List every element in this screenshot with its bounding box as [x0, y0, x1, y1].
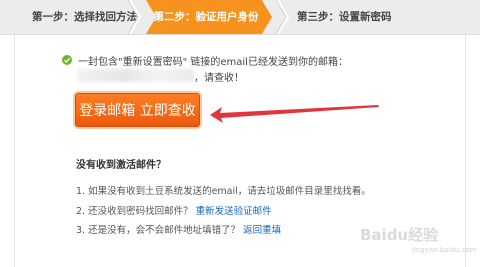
step-bar: 第一步：选择找回方法 第二步：验证用户身份 第三步：设置新密码	[0, 0, 480, 35]
watermark: Baidu经验	[360, 226, 439, 244]
help-item-1: 1. 如果没有收到土豆系统发送的email，请去垃圾邮件目录里找找看。	[76, 186, 371, 197]
email-sent-message: 一封包含"重新设置密码" 链接的email已经发送到你的邮箱：	[78, 57, 348, 68]
step-1-label: 第一步：选择找回方法	[32, 11, 137, 23]
login-mailbox-button[interactable]: 登录邮箱 立即查收	[75, 93, 200, 127]
help-title: 没有收到激活邮件？	[76, 160, 166, 171]
step-separator-icon	[276, 0, 290, 34]
back-refill-link[interactable]: 返回重填	[243, 225, 281, 236]
help-item-3-text: 3. 还是没有，会不会邮件地址填错了？	[76, 225, 241, 236]
resend-verification-link[interactable]: 重新发送验证邮件	[196, 206, 272, 217]
check-icon	[62, 55, 72, 65]
step-3-label: 第三步：设置新密码	[297, 11, 392, 23]
step-2-label-active: 第二步：验证用户身份	[146, 0, 272, 34]
help-item-2: 2. 还没收到密码找回邮件？ 重新发送验证邮件	[76, 203, 272, 217]
masked-email-address	[78, 69, 194, 82]
step-separator-icon	[128, 0, 142, 34]
help-item-3: 3. 还是没有，会不会邮件地址填错了？ 返回重填	[76, 222, 281, 236]
watermark-url: jingyan.baidu.com	[412, 246, 477, 254]
check-inbox-message: ，请查收！	[194, 73, 244, 84]
red-arrow-annotation-icon	[210, 105, 379, 123]
help-item-2-text: 2. 还没收到密码找回邮件？	[76, 206, 193, 217]
